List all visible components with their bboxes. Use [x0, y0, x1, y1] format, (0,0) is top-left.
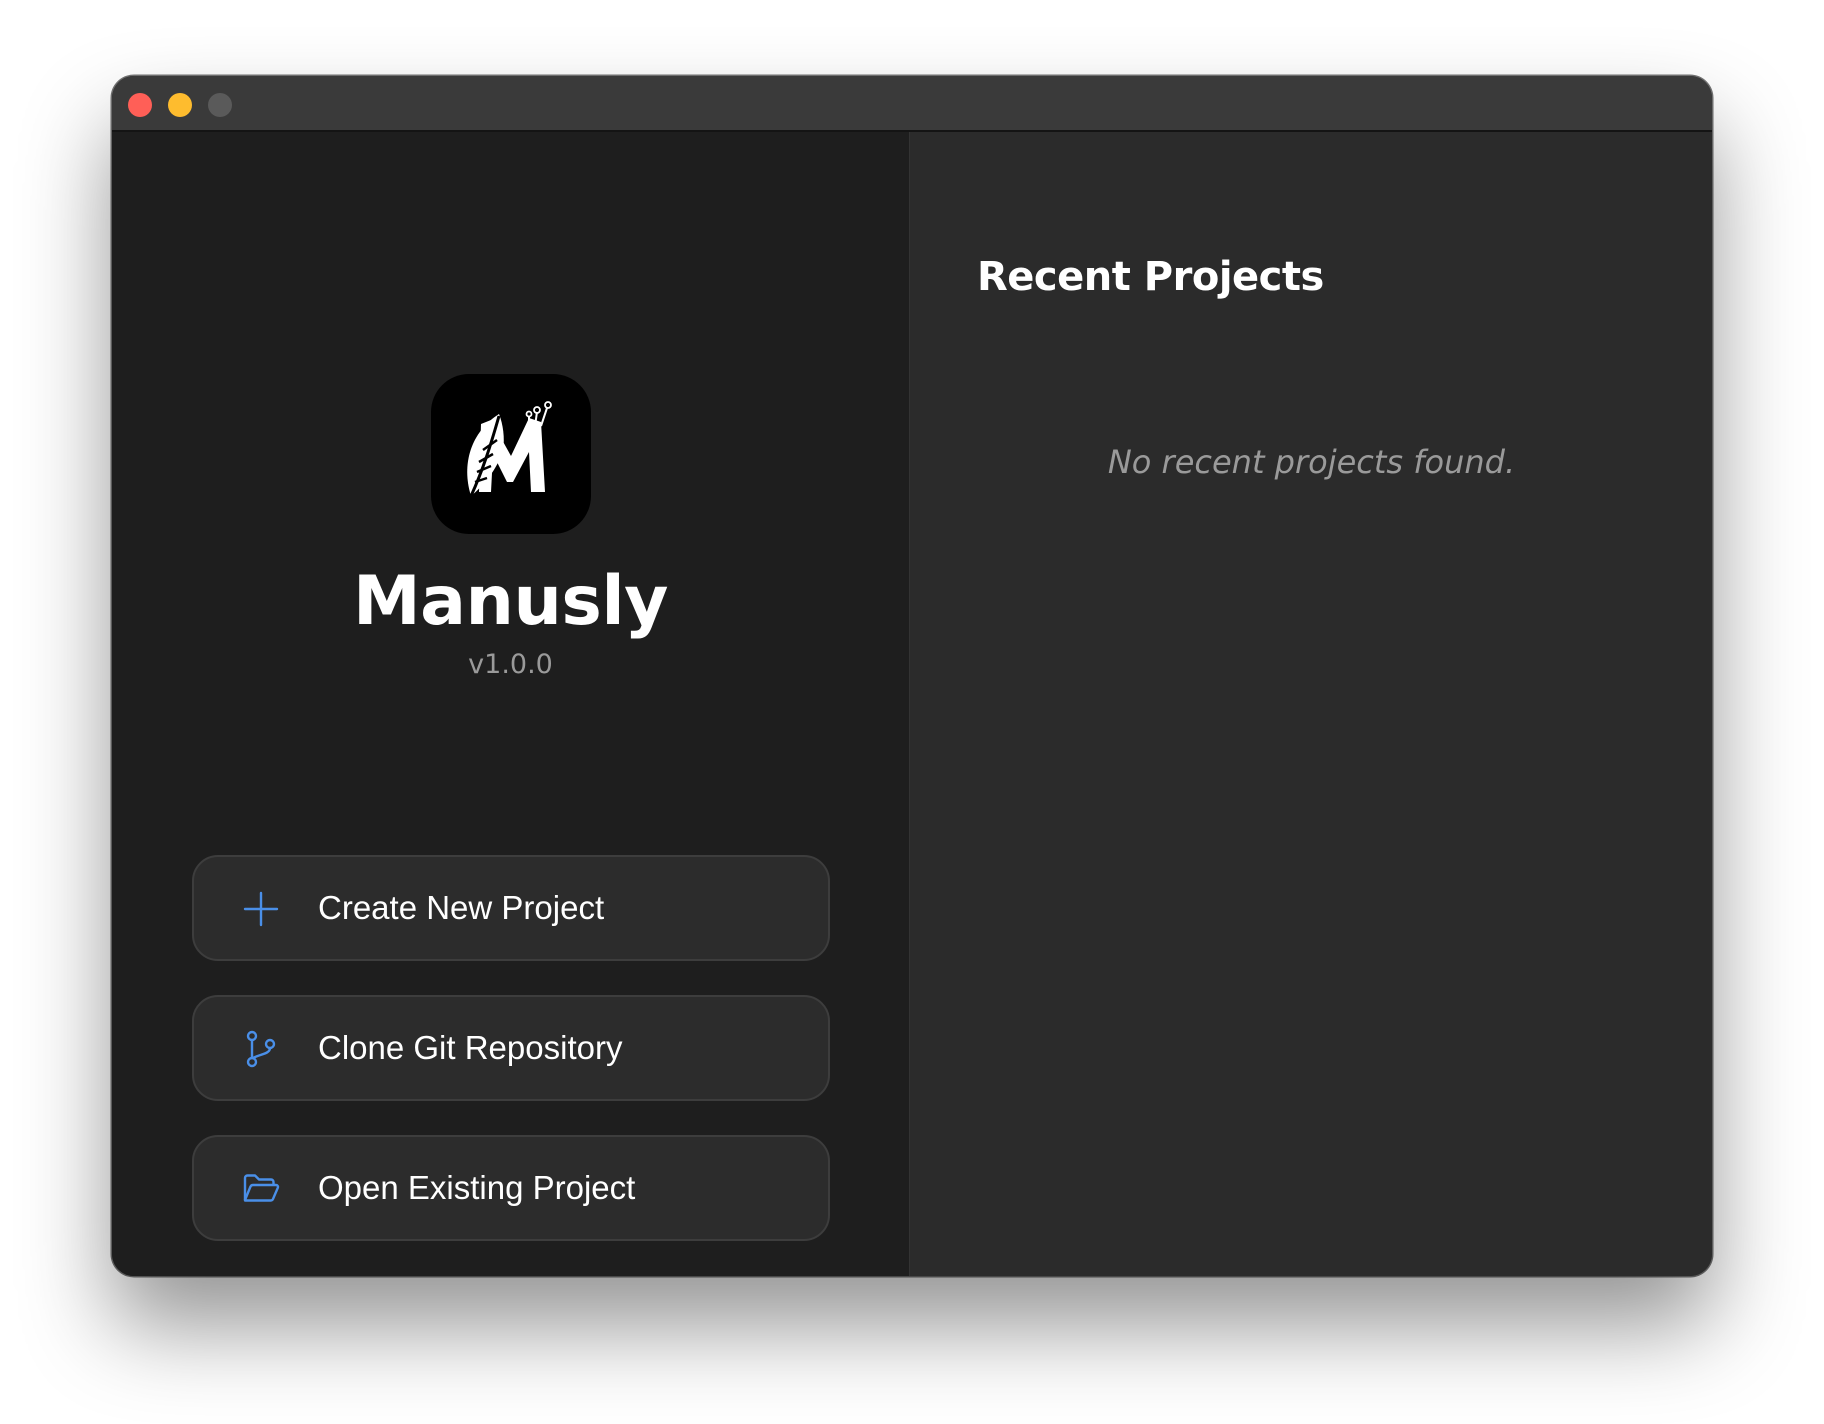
create-new-project-button[interactable]: Create New Project	[192, 855, 830, 961]
folder-open-icon	[243, 1174, 280, 1202]
recent-projects-title: Recent Projects	[977, 254, 1324, 300]
app-logo	[431, 374, 591, 534]
git-branch-icon	[246, 1030, 276, 1068]
app-window: Manusly v1.0.0 Create New Project Clone …	[112, 76, 1712, 1276]
close-window-button[interactable]	[128, 93, 152, 117]
clone-git-repository-label: Clone Git Repository	[318, 1029, 623, 1066]
title-bar[interactable]	[112, 76, 1712, 132]
app-name: Manusly	[353, 562, 668, 641]
zoom-window-button[interactable]	[208, 93, 232, 117]
open-existing-project-button[interactable]: Open Existing Project	[192, 1135, 830, 1241]
open-existing-project-label: Open Existing Project	[318, 1169, 636, 1206]
create-new-project-label: Create New Project	[318, 889, 605, 926]
clone-git-repository-button[interactable]: Clone Git Repository	[192, 995, 830, 1101]
welcome-pane: Manusly v1.0.0 Create New Project Clone …	[112, 132, 909, 1276]
plus-icon	[243, 891, 279, 927]
app-version: v1.0.0	[468, 649, 553, 680]
recent-projects-pane: Recent Projects No recent projects found…	[909, 132, 1712, 1276]
quill-m-logo-icon	[467, 401, 552, 497]
minimize-window-button[interactable]	[168, 93, 192, 117]
recent-projects-empty-message: No recent projects found.	[1107, 443, 1516, 481]
